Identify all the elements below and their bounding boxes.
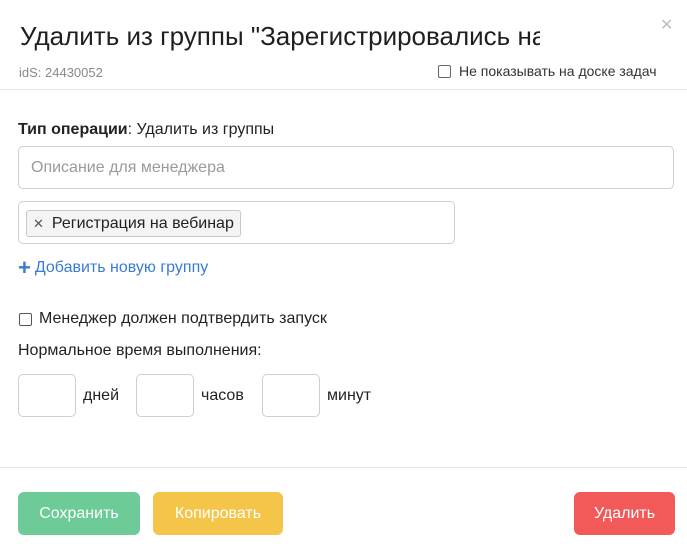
manager-description-input[interactable]	[18, 146, 674, 189]
group-tag-label: Регистрация на вебинар	[51, 214, 234, 232]
save-button[interactable]: Сохранить	[18, 492, 140, 535]
modal-footer: Сохранить Копировать Удалить	[0, 467, 687, 555]
hours-input[interactable]	[136, 374, 194, 417]
hide-from-board-checkbox[interactable]	[438, 64, 451, 78]
add-group-link[interactable]: + Добавить новую группу	[18, 255, 209, 280]
hide-from-board-label: Не показывать на доске задач	[459, 63, 657, 79]
normal-time-title: Нормальное время выполнения:	[18, 342, 262, 359]
operation-modal: Удалить из группы "Зарегистрировались на…	[0, 0, 687, 555]
minutes-input[interactable]	[262, 374, 320, 417]
hide-from-board-toggle[interactable]: Не показывать на доске задач	[438, 63, 657, 79]
hours-label: часов	[201, 387, 244, 404]
operation-type-value: : Удалить из группы	[127, 121, 275, 138]
modal-title: Удалить из группы "Зарегистрировались на…	[20, 21, 540, 51]
remove-tag-icon[interactable]: ✕	[33, 216, 44, 232]
days-input[interactable]	[18, 374, 76, 417]
manager-confirm-label: Менеджер должен подтвердить запуск	[39, 310, 327, 327]
modal-header: Удалить из группы "Зарегистрировались на…	[0, 0, 687, 90]
minutes-label: минут	[327, 387, 372, 404]
ids-label: idS: 24430052	[19, 65, 103, 80]
close-icon[interactable]: ✕	[660, 16, 673, 36]
groups-select[interactable]: ✕ Регистрация на вебинар	[18, 201, 455, 244]
group-tag: ✕ Регистрация на вебинар	[26, 210, 241, 237]
manager-confirm-checkbox[interactable]	[19, 312, 32, 326]
operation-type: Тип операции: Удалить из группы	[18, 120, 274, 140]
plus-icon: +	[18, 255, 31, 280]
add-group-label: Добавить новую группу	[34, 259, 209, 276]
operation-type-label: Тип операции	[18, 121, 128, 138]
days-label: дней	[83, 387, 120, 404]
normal-time-inputs: дней часов минут	[18, 374, 438, 417]
manager-confirm-toggle[interactable]: Менеджер должен подтвердить запуск	[19, 310, 327, 328]
copy-button[interactable]: Копировать	[153, 492, 283, 535]
delete-button[interactable]: Удалить	[574, 492, 675, 535]
